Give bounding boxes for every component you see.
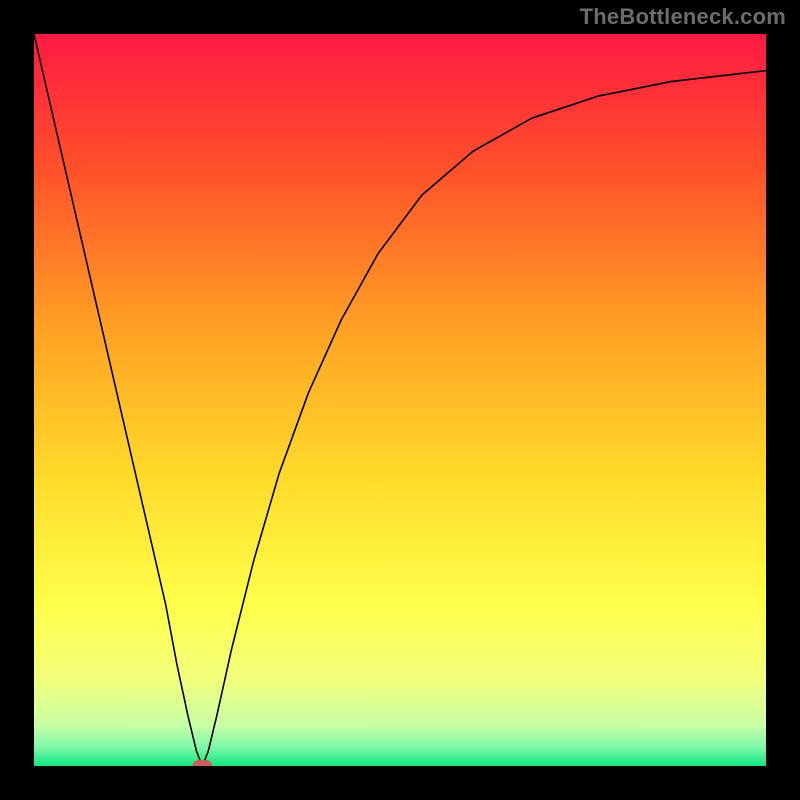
watermark-text: TheBottleneck.com	[580, 4, 786, 30]
optimal-marker	[193, 760, 212, 766]
chart-frame: TheBottleneck.com	[0, 0, 800, 800]
plot-area	[34, 34, 766, 766]
gradient-background	[34, 34, 766, 766]
chart-svg	[34, 34, 766, 766]
